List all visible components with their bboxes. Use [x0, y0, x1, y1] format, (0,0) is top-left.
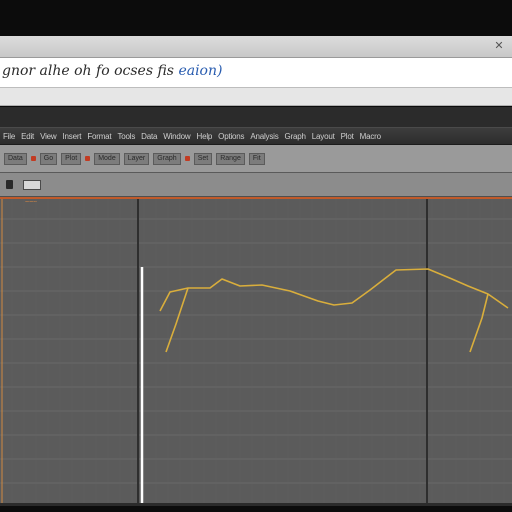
- separator-strip: [0, 88, 512, 106]
- menu-bar: File Edit View Insert Format Tools Data …: [0, 127, 512, 145]
- toolbar: Data Go Plot Mode Layer Graph Set Range …: [0, 145, 512, 173]
- screen-frame: ✕ gnor alhe oh fo ocses fis eaion) File …: [0, 0, 512, 512]
- plot-area[interactable]: ~~~: [0, 197, 512, 503]
- browser-title-strip: ✕: [0, 36, 512, 58]
- toolbar-button[interactable]: Graph: [153, 152, 181, 165]
- menu-item-view[interactable]: View: [39, 132, 57, 141]
- menu-item-plot[interactable]: Plot: [340, 132, 355, 141]
- menu-item-data[interactable]: Data: [140, 132, 158, 141]
- app-window: File Edit View Insert Format Tools Data …: [0, 107, 512, 506]
- menu-item-macro[interactable]: Macro: [359, 132, 382, 141]
- menu-item-format[interactable]: Format: [86, 132, 112, 141]
- track-header-bar: [0, 173, 512, 197]
- record-icon[interactable]: [85, 156, 91, 161]
- toolbar-button[interactable]: Set: [193, 152, 213, 165]
- menu-item-file[interactable]: File: [2, 132, 16, 141]
- grid-icon[interactable]: [23, 179, 41, 190]
- menu-item-graph[interactable]: Graph: [284, 132, 307, 141]
- menu-item-analysis[interactable]: Analysis: [249, 132, 279, 141]
- series-line-3: [469, 293, 489, 353]
- close-icon[interactable]: ✕: [492, 39, 506, 53]
- record-icon[interactable]: [184, 156, 190, 161]
- menu-item-insert[interactable]: Insert: [62, 132, 83, 141]
- menu-item-window[interactable]: Window: [162, 132, 191, 141]
- toolbar-button[interactable]: Mode: [94, 152, 120, 165]
- lock-icon[interactable]: [6, 180, 13, 189]
- menu-item-tools[interactable]: Tools: [116, 132, 136, 141]
- toolbar-button[interactable]: Data: [4, 152, 27, 165]
- caption-text: gnor alhe oh fo ocses fis eaion): [2, 63, 222, 79]
- toolbar-button[interactable]: Range: [216, 152, 245, 165]
- record-icon[interactable]: [30, 156, 36, 161]
- series-line-2: [165, 287, 189, 353]
- menu-item-layout[interactable]: Layout: [311, 132, 336, 141]
- caption-bar: gnor alhe oh fo ocses fis eaion): [0, 58, 512, 88]
- toolbar-button[interactable]: Plot: [61, 152, 82, 165]
- toolbar-button[interactable]: Layer: [123, 152, 150, 165]
- menu-item-help[interactable]: Help: [196, 132, 214, 141]
- toolbar-button[interactable]: Go: [39, 152, 58, 165]
- toolbar-button[interactable]: Fit: [248, 152, 265, 165]
- menu-item-edit[interactable]: Edit: [20, 132, 35, 141]
- caption-text-accent: eaion): [178, 63, 223, 79]
- menu-item-options[interactable]: Options: [217, 132, 245, 141]
- line-chart[interactable]: [0, 199, 512, 503]
- caption-text-start: gnor alhe oh fo ocses fis: [2, 63, 174, 79]
